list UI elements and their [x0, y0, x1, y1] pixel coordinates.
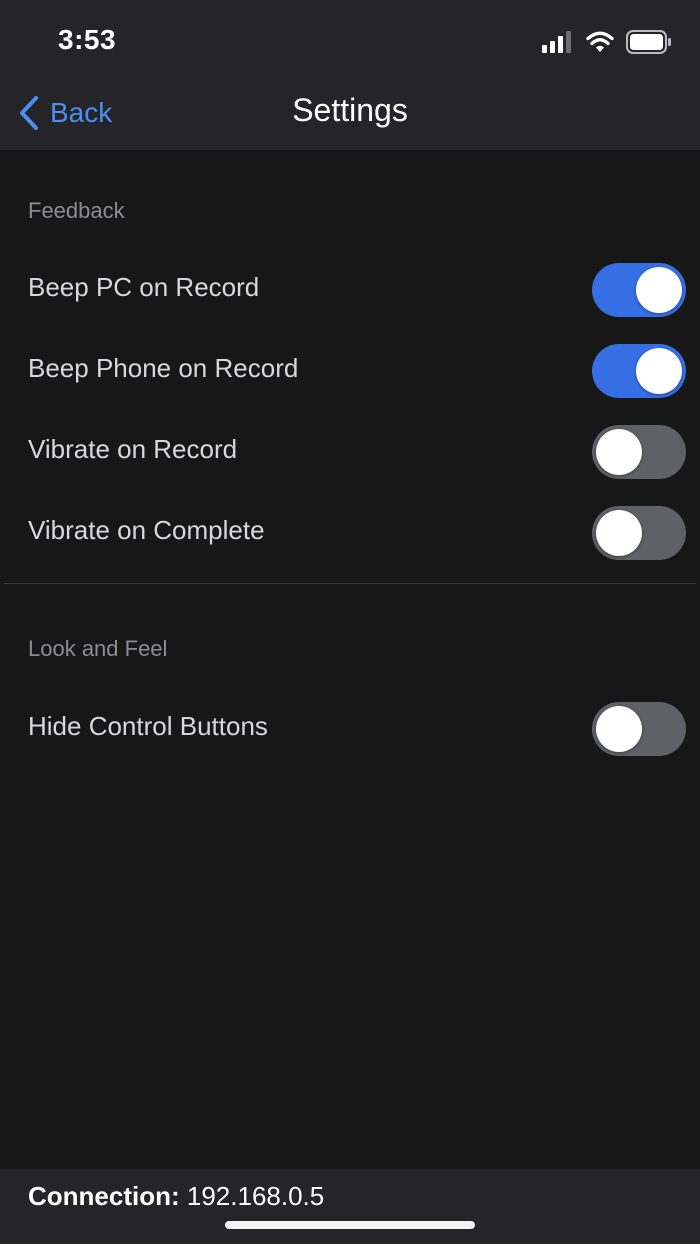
- toggle-beep-pc-on-record[interactable]: [592, 263, 686, 317]
- connection-status: Connection: 192.168.0.5: [28, 1181, 324, 1212]
- setting-row-beep-pc-on-record: Beep PC on Record: [0, 250, 700, 331]
- page-title: Settings: [292, 92, 408, 128]
- connection-label: Connection:: [28, 1181, 180, 1211]
- battery-icon: [626, 30, 671, 54]
- section-header-look-and-feel: Look and Feel: [28, 636, 168, 661]
- setting-row-vibrate-on-complete: Vibrate on Complete: [0, 493, 700, 574]
- toggle-vibrate-on-complete[interactable]: [592, 506, 686, 560]
- toggle-hide-control-buttons[interactable]: [592, 702, 686, 756]
- top-bar: 3:53 Back Settings: [0, 0, 700, 150]
- setting-label: Hide Control Buttons: [28, 711, 268, 741]
- footer-bar: Connection: 192.168.0.5: [0, 1169, 700, 1244]
- cellular-signal-icon: [542, 31, 571, 53]
- toggle-knob: [636, 348, 682, 394]
- connection-value: 192.168.0.5: [186, 1181, 325, 1211]
- home-indicator[interactable]: [225, 1221, 475, 1229]
- setting-row-beep-phone-on-record: Beep Phone on Record: [0, 331, 700, 412]
- setting-label: Vibrate on Complete: [28, 515, 265, 545]
- setting-label: Beep PC on Record: [28, 272, 260, 302]
- setting-label: Beep Phone on Record: [28, 353, 299, 383]
- setting-row-hide-control-buttons: Hide Control Buttons: [0, 689, 700, 770]
- section-header-feedback: Feedback: [28, 198, 125, 223]
- toggle-vibrate-on-record[interactable]: [592, 425, 686, 479]
- status-time: 3:53: [58, 24, 117, 55]
- toggle-knob: [596, 429, 642, 475]
- status-icons: [542, 30, 672, 54]
- toggle-knob: [636, 267, 682, 313]
- toggle-knob: [596, 510, 642, 556]
- setting-row-vibrate-on-record: Vibrate on Record: [0, 412, 700, 493]
- toggle-beep-phone-on-record[interactable]: [592, 344, 686, 398]
- section-divider: [4, 583, 696, 584]
- wifi-icon: [586, 31, 614, 52]
- setting-label: Vibrate on Record: [28, 434, 238, 464]
- toggle-knob: [596, 706, 642, 752]
